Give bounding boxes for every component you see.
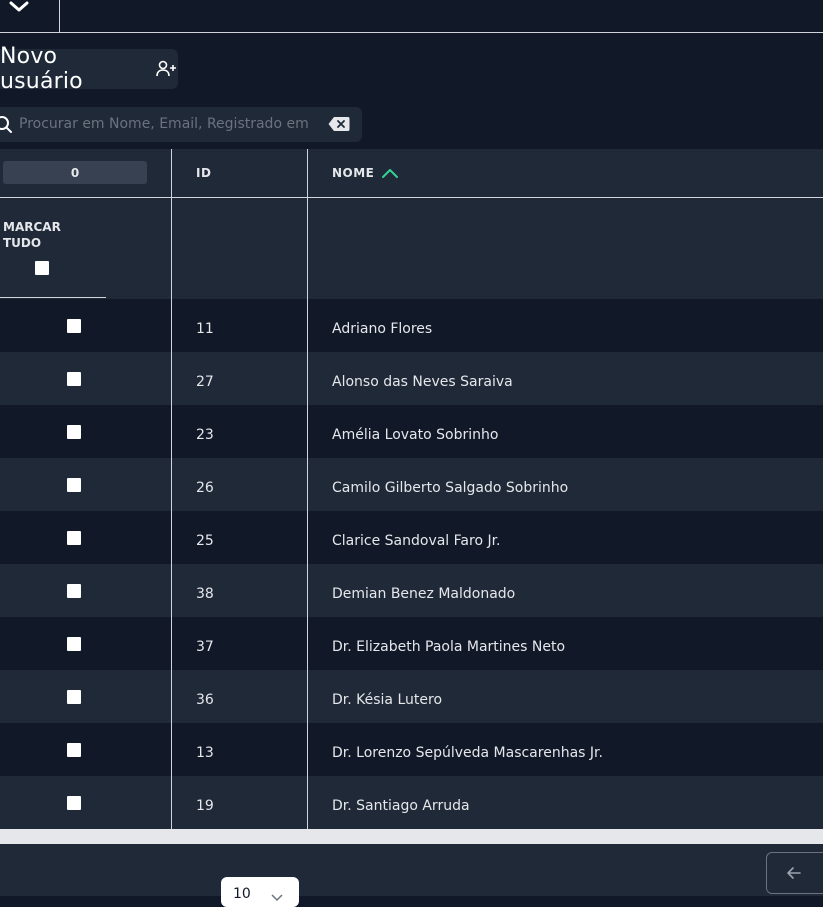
row-checkbox[interactable] (67, 372, 81, 386)
cell-nome: Dr. Késia Lutero (332, 692, 443, 708)
cell-nome: Camilo Gilberto Salgado Sobrinho (332, 480, 569, 496)
table-row: 36 Dr. Késia Lutero (0, 670, 823, 723)
cell-id: 27 (196, 374, 214, 390)
cell-id: 13 (196, 745, 214, 761)
table-header: 0 ID NOME (0, 149, 823, 198)
cell-id: 37 (196, 639, 214, 655)
row-checkbox[interactable] (67, 743, 81, 757)
mark-all-label: MARCAR TUDO (3, 219, 61, 251)
topbar-divider (59, 0, 60, 32)
table-body: 11 Adriano Flores 27 Alonso das Neves Sarai… (0, 299, 823, 829)
column-header-nome-label: NOME (332, 166, 375, 180)
table-row: 25 Clarice Sandoval Faro Jr. (0, 511, 823, 564)
cell-id: 36 (196, 692, 214, 708)
chevron-down-icon[interactable] (0, 0, 38, 32)
selected-count-badge: 0 (3, 161, 147, 184)
table-row: 19 Dr. Santiago Arruda (0, 776, 823, 829)
cell-nome: Clarice Sandoval Faro Jr. (332, 533, 501, 549)
table-row: 23 Amélia Lovato Sobrinho (0, 405, 823, 458)
search-icon (0, 115, 14, 139)
cell-id: 26 (196, 480, 214, 496)
search-input[interactable] (19, 114, 309, 134)
table-row: 37 Dr. Elizabeth Paola Martines Neto (0, 617, 823, 670)
cell-id: 11 (196, 321, 214, 337)
table-row: 11 Adriano Flores (0, 299, 823, 352)
mark-all-checkbox[interactable] (35, 261, 49, 275)
mark-all-label-line1: MARCAR (3, 220, 61, 234)
column-divider-nome (307, 149, 308, 829)
page-size-select[interactable]: 10 (221, 877, 299, 907)
row-checkbox[interactable] (67, 796, 81, 810)
row-checkbox[interactable] (67, 690, 81, 704)
row-checkbox[interactable] (67, 425, 81, 439)
column-header-id[interactable]: ID (196, 166, 211, 180)
table-filter-row: MARCAR TUDO (0, 198, 823, 299)
mark-all-label-line2: TUDO (3, 236, 42, 250)
mark-all-underline (0, 297, 106, 298)
cell-nome: Dr. Lorenzo Sepúlveda Mascarenhas Jr. (332, 745, 603, 761)
new-user-label: Novo usuário (0, 44, 83, 94)
cell-nome: Dr. Santiago Arruda (332, 798, 470, 814)
new-user-button[interactable]: Novo usuário (0, 44, 178, 94)
chevron-down-icon (271, 890, 283, 906)
clear-input-icon[interactable] (328, 116, 350, 136)
arrow-left-icon (786, 866, 802, 880)
row-checkbox[interactable] (67, 637, 81, 651)
table-row: 26 Camilo Gilberto Salgado Sobrinho (0, 458, 823, 511)
cell-nome: Amélia Lovato Sobrinho (332, 427, 499, 443)
cell-nome: Dr. Elizabeth Paola Martines Neto (332, 639, 566, 655)
page-size-value: 10 (233, 886, 251, 902)
table-scrollbar[interactable] (0, 829, 823, 844)
previous-page-button[interactable] (766, 852, 823, 894)
cell-id: 38 (196, 586, 214, 602)
cell-nome: Alonso das Neves Saraiva (332, 374, 513, 390)
row-checkbox[interactable] (67, 531, 81, 545)
add-user-icon (156, 59, 178, 79)
table-row: 13 Dr. Lorenzo Sepúlveda Mascarenhas Jr. (0, 723, 823, 776)
pagination-bar (0, 844, 823, 896)
row-checkbox[interactable] (67, 478, 81, 492)
cell-nome: Adriano Flores (332, 321, 433, 337)
sort-ascending-icon (381, 167, 399, 179)
search-box (0, 107, 362, 142)
row-checkbox[interactable] (67, 584, 81, 598)
table-row: 27 Alonso das Neves Saraiva (0, 352, 823, 405)
cell-nome: Demian Benez Maldonado (332, 586, 516, 602)
table-row: 38 Demian Benez Maldonado (0, 564, 823, 617)
cell-id: 25 (196, 533, 214, 549)
column-header-nome[interactable]: NOME (332, 166, 399, 180)
top-bar (0, 0, 823, 33)
cell-id: 23 (196, 427, 214, 443)
row-checkbox[interactable] (67, 319, 81, 333)
column-divider-id (171, 149, 172, 829)
cell-id: 19 (196, 798, 214, 814)
